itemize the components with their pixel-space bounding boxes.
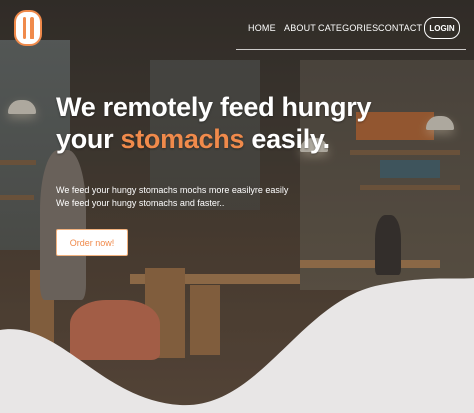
headline-line1: We remotely feed hungry — [56, 92, 372, 122]
headline-word-your: your — [56, 123, 114, 154]
fork-knife-icon[interactable] — [14, 10, 42, 46]
knife-shape — [30, 17, 34, 39]
order-now-button[interactable]: Order now! — [56, 229, 128, 256]
subtitle-line1: We feed your hungy stomachs mochs more e… — [56, 185, 289, 195]
nav-divider — [236, 49, 466, 50]
fork-shape — [23, 17, 26, 39]
hero-headline: We remotely feed hungry your stomachs ea… — [56, 92, 371, 156]
nav-contact[interactable]: CONTACT — [378, 23, 422, 33]
subtitle-line2: We feed your hungy stomachs and faster.. — [56, 198, 225, 208]
headline-accent: stomachs — [120, 123, 245, 154]
hero-subtitle: We feed your hungy stomachs mochs more e… — [56, 184, 288, 210]
navbar: HOME ABOUT CATEGORIES CONTACT LOGIN — [0, 0, 474, 56]
hero-section: HOME ABOUT CATEGORIES CONTACT LOGIN We r… — [0, 0, 474, 413]
headline-word-easily: easily. — [251, 123, 330, 154]
nav-home[interactable]: HOME — [248, 23, 276, 33]
nav-about[interactable]: ABOUT — [284, 23, 316, 33]
login-button[interactable]: LOGIN — [424, 17, 460, 39]
nav-categories[interactable]: CATEGORIES — [318, 23, 378, 33]
